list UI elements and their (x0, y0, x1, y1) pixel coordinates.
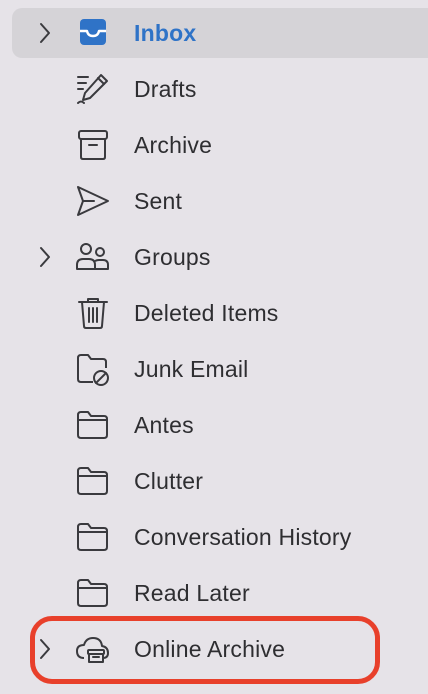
folder-label: Inbox (134, 20, 197, 46)
folder-label: Archive (134, 132, 213, 158)
folder-row-archive[interactable]: Archive (12, 120, 428, 170)
junk-folder-icon (74, 351, 112, 387)
chevron-right-icon[interactable] (34, 21, 56, 45)
folder-label: Junk Email (134, 356, 249, 382)
drafts-pencil-icon (74, 71, 112, 107)
archive-box-icon (74, 127, 112, 163)
folder-row-groups[interactable]: Groups (12, 232, 428, 282)
folder-icon (74, 575, 112, 611)
folder-label: Online Archive (134, 636, 286, 662)
folder-row-deleted-items[interactable]: Deleted Items (12, 288, 428, 338)
inbox-icon (74, 15, 112, 51)
chevron-right-icon[interactable] (34, 637, 56, 661)
folder-label: Antes (134, 412, 194, 438)
paper-plane-icon (74, 183, 112, 219)
folder-row-online-archive[interactable]: Online Archive (12, 624, 428, 674)
folder-label: Clutter (134, 468, 204, 494)
folder-label: Groups (134, 244, 211, 270)
folder-icon (74, 407, 112, 443)
folder-row-junk-email[interactable]: Junk Email (12, 344, 428, 394)
folder-label: Conversation History (134, 524, 352, 550)
people-icon (74, 239, 112, 275)
cloud-archive-icon (74, 631, 112, 667)
folder-label: Drafts (134, 76, 197, 102)
folder-label: Sent (134, 188, 183, 214)
folder-row-read-later[interactable]: Read Later (12, 568, 428, 618)
folder-row-sent[interactable]: Sent (12, 176, 428, 226)
folder-row-conversation-history[interactable]: Conversation History (12, 512, 428, 562)
folder-label: Read Later (134, 580, 250, 606)
folder-icon (74, 463, 112, 499)
folder-row-clutter[interactable]: Clutter (12, 456, 428, 506)
folder-row-inbox[interactable]: Inbox (12, 8, 428, 58)
folder-icon (74, 519, 112, 555)
folder-list: Inbox Drafts Archive Sent Groups Deleted… (0, 0, 428, 694)
folder-row-antes[interactable]: Antes (12, 400, 428, 450)
folder-label: Deleted Items (134, 300, 279, 326)
trash-icon (74, 295, 112, 331)
chevron-right-icon[interactable] (34, 245, 56, 269)
folder-row-drafts[interactable]: Drafts (12, 64, 428, 114)
